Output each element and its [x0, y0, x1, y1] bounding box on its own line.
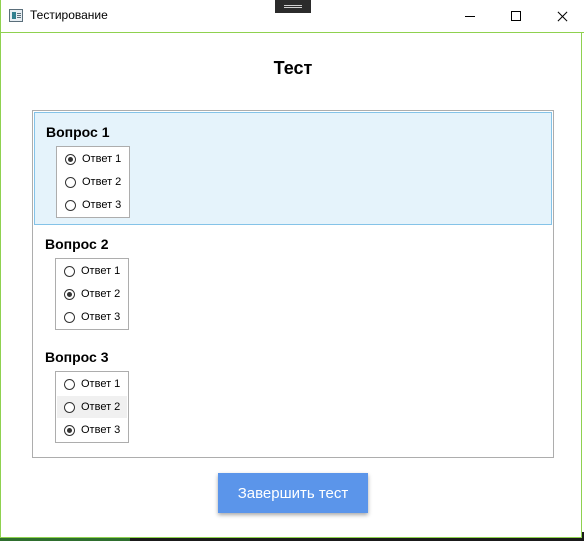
radio-checked-icon[interactable]: [64, 424, 75, 436]
answer-option[interactable]: Ответ 3: [57, 306, 127, 328]
answer-option[interactable]: Ответ 2: [57, 396, 127, 418]
answer-label: Ответ 1: [82, 153, 122, 165]
title-bar[interactable]: Тестирование: [1, 0, 584, 32]
question-label: Вопрос 3: [45, 349, 109, 365]
app-icon: [9, 9, 23, 22]
answer-option[interactable]: Ответ 3: [58, 194, 128, 216]
question-item-3[interactable]: Вопрос 3 Ответ 1 Ответ 2 Ответ 3: [34, 338, 552, 451]
question-label: Вопрос 2: [45, 236, 109, 252]
answer-label: Ответ 2: [82, 176, 122, 188]
answer-options: Ответ 1 Ответ 2 Ответ 3: [56, 146, 130, 218]
answer-options: Ответ 1 Ответ 2 Ответ 3: [55, 258, 129, 330]
question-item-1[interactable]: Вопрос 1 Ответ 1 Ответ 2 Ответ 3: [34, 112, 552, 225]
maximize-button[interactable]: [493, 0, 539, 32]
answer-label: Ответ 3: [81, 311, 121, 323]
answer-label: Ответ 3: [82, 199, 122, 211]
window-title: Тестирование: [30, 8, 108, 22]
finish-test-button[interactable]: Завершить тест: [218, 473, 368, 513]
answer-option[interactable]: Ответ 1: [58, 148, 128, 170]
answer-option[interactable]: Ответ 1: [57, 260, 127, 282]
page-title: Тест: [273, 58, 313, 78]
answer-label: Ответ 1: [81, 378, 121, 390]
question-label: Вопрос 1: [46, 124, 110, 140]
answer-option[interactable]: Ответ 2: [57, 283, 127, 305]
radio-icon[interactable]: [64, 378, 75, 390]
radio-icon[interactable]: [65, 176, 76, 188]
answer-option[interactable]: Ответ 2: [58, 171, 128, 193]
questions-list[interactable]: Вопрос 1 Ответ 1 Ответ 2 Ответ 3 Вопрос …: [32, 110, 554, 458]
answer-option[interactable]: Ответ 1: [57, 373, 127, 395]
answer-label: Ответ 2: [81, 401, 121, 413]
radio-icon[interactable]: [64, 401, 75, 413]
close-button[interactable]: [539, 0, 584, 32]
answer-label: Ответ 2: [81, 288, 121, 300]
question-item-2[interactable]: Вопрос 2 Ответ 1 Ответ 2 Ответ 3: [34, 225, 552, 338]
radio-icon[interactable]: [64, 311, 75, 323]
app-window: Тестирование Тест Вопрос 1 Ответ 1 Ответ…: [0, 0, 584, 538]
answer-option[interactable]: Ответ 3: [57, 419, 127, 441]
grip-handle-icon[interactable]: [275, 0, 311, 13]
radio-checked-icon[interactable]: [65, 153, 76, 165]
radio-icon[interactable]: [65, 199, 76, 211]
minimize-button[interactable]: [447, 0, 493, 32]
radio-icon[interactable]: [64, 265, 75, 277]
radio-checked-icon[interactable]: [64, 288, 75, 300]
answer-options: Ответ 1 Ответ 2 Ответ 3: [55, 371, 129, 443]
answer-label: Ответ 1: [81, 265, 121, 277]
answer-label: Ответ 3: [81, 424, 121, 436]
